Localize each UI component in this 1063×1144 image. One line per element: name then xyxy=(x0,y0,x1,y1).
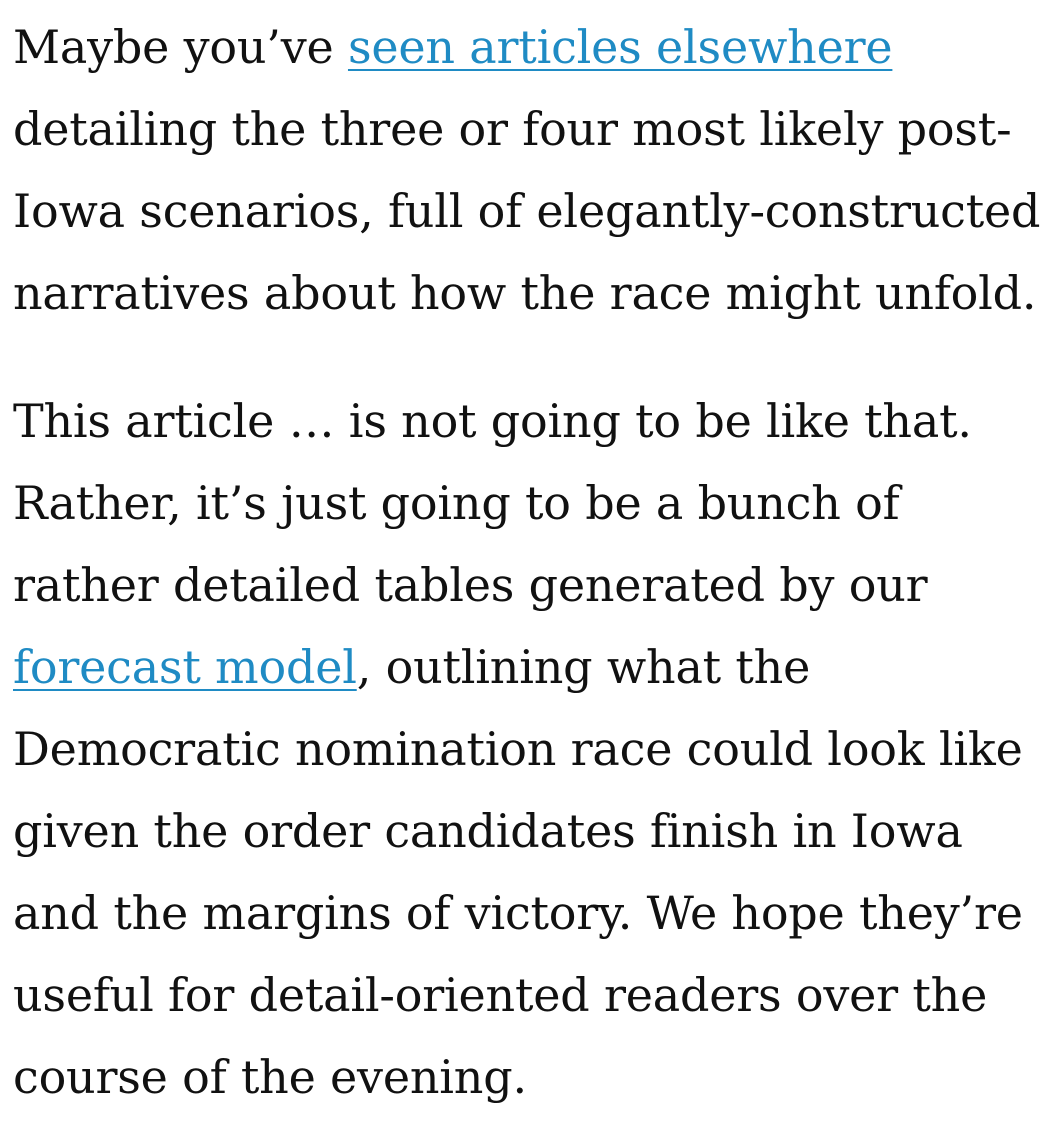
seen-articles-elsewhere-link[interactable]: seen articles elsewhere xyxy=(348,20,893,74)
paragraph-2-line-8: useful for detail-oriented readers over … xyxy=(13,968,988,1022)
paragraph-2-line-4: forecast model, outlining what the xyxy=(13,626,1053,708)
paragraph-2-line-3: rather detailed tables generated by our xyxy=(13,558,928,612)
forecast-model-link[interactable]: forecast model xyxy=(13,640,357,694)
paragraph-1-line-2: detailing the three or four most likely … xyxy=(13,102,1012,156)
article-body: Maybe you’ve seen articles elsewhere det… xyxy=(13,6,1053,1118)
paragraph-1-line-4: narratives about how the race might unfo… xyxy=(13,266,1037,320)
paragraph-1: Maybe you’ve seen articles elsewhere det… xyxy=(13,6,1053,334)
paragraph-1-line-3: Iowa scenarios, full of elegantly-constr… xyxy=(13,184,1041,238)
paragraph-2-line-9: course of the evening. xyxy=(13,1050,527,1104)
after-link-text: , outlining what the xyxy=(356,640,811,694)
paragraph-2: This article … is not going to be like t… xyxy=(13,380,1053,1118)
paragraph-2-line-1: This article … is not going to be like t… xyxy=(13,394,972,448)
paragraph-2-line-5: Democratic nomination race could look li… xyxy=(13,722,1023,776)
paragraph-1-intro: Maybe you’ve xyxy=(13,20,348,74)
paragraph-1-line-1: Maybe you’ve seen articles elsewhere xyxy=(13,6,1053,88)
paragraph-2-line-7: and the margins of victory. We hope they… xyxy=(13,886,1023,940)
paragraph-2-line-6: given the order candidates finish in Iow… xyxy=(13,804,963,858)
paragraph-2-line-2: Rather, it’s just going to be a bunch of xyxy=(13,476,900,530)
